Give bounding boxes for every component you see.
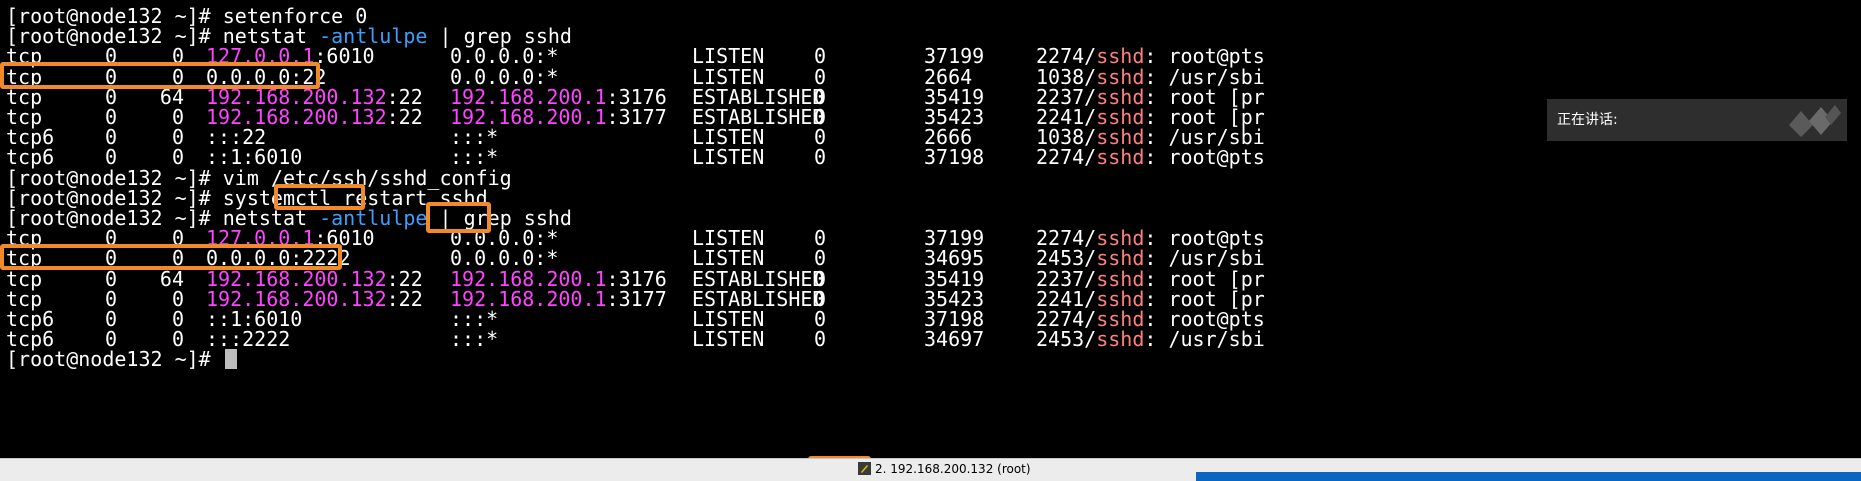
highlight-box bbox=[0, 62, 320, 89]
text-segment: [root@node132 ~]# bbox=[6, 347, 223, 372]
logo-icon bbox=[1789, 105, 1841, 137]
highlight-box bbox=[426, 202, 491, 233]
session-tab[interactable]: 2. 192.168.200.132 (root) bbox=[858, 459, 1031, 479]
session-label: 2. 192.168.200.132 (root) bbox=[875, 462, 1031, 476]
speaking-panel: 正在讲话: bbox=[1547, 99, 1847, 141]
cursor bbox=[224, 349, 237, 370]
highlight-box bbox=[0, 244, 342, 270]
prompt-line: [root@node132 ~]# bbox=[6, 347, 1536, 371]
status-progress-bar bbox=[1196, 472, 1861, 481]
speaking-label: 正在讲话: bbox=[1557, 112, 1618, 128]
pin-icon bbox=[858, 462, 871, 475]
highlight-box bbox=[274, 184, 365, 210]
